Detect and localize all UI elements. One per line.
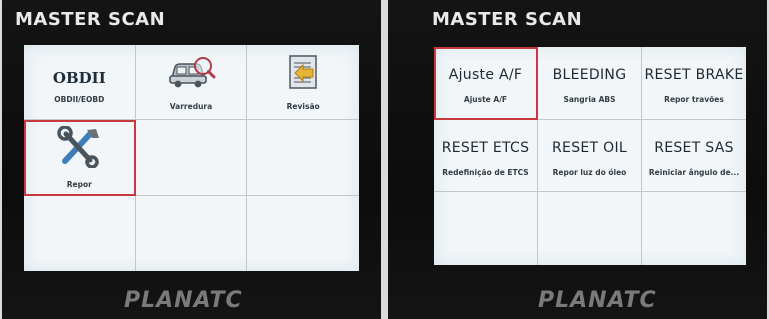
menu-item-reset-brake[interactable]: RESET BRAKE Repor travões [642, 47, 746, 120]
menu-item-label: Repor luz do óleo [552, 167, 627, 177]
brand-logo: PLANATC [124, 288, 243, 313]
empty-cell [247, 196, 359, 271]
menu-item-reset-etcs[interactable]: RESET ETCS Redefinição de ETCS [434, 119, 538, 193]
menu-item-title: Ajuste A/F [448, 67, 523, 84]
menu-item-label: Repor travões [664, 95, 724, 105]
device-title: MASTER SCAN [15, 9, 166, 30]
screen: OBDII OBDII/EOBD Varredura Revisão Repor [24, 45, 359, 271]
empty-cell [434, 192, 538, 265]
menu-grid: OBDII OBDII/EOBD Varredura Revisão Repor [24, 45, 359, 271]
menu-item-label: Repor [66, 179, 92, 189]
menu-item-title: RESET ETCS [441, 139, 530, 156]
menu-item-label: OBDII/EOBD [54, 94, 105, 104]
empty-cell [135, 120, 248, 196]
menu-item-label: Ajuste A/F [463, 95, 508, 105]
empty-cell [538, 192, 642, 265]
screen: Ajuste A/F Ajuste A/F BLEEDING Sangria A… [434, 47, 746, 265]
menu-item-varredura[interactable]: Varredura [135, 45, 248, 121]
device-title: MASTER SCAN [432, 9, 583, 30]
menu-item-title: RESET OIL [552, 139, 627, 156]
menu-item-title: BLEEDING [552, 67, 627, 84]
menu-item-obdii[interactable]: OBDII OBDII/EOBD [24, 45, 136, 121]
device-left: MASTER SCAN OBDII OBDII/EOBD Varredura R… [2, 0, 381, 319]
menu-item-bleeding[interactable]: BLEEDING Sangria ABS [538, 47, 642, 120]
menu-item-label: Reiniciar ângulo de... [648, 167, 740, 177]
empty-cell [247, 120, 359, 196]
brand-logo: PLANATC [538, 288, 657, 313]
menu-item-title: RESET SAS [654, 139, 734, 156]
menu-item-repor[interactable]: Repor [24, 120, 136, 196]
menu-item-ajuste-af[interactable]: Ajuste A/F Ajuste A/F [434, 47, 538, 120]
car-magnifier-icon [169, 56, 216, 88]
menu-item-revisao[interactable]: Revisão [247, 45, 359, 121]
menu-item-label: Redefinição de ETCS [442, 167, 529, 177]
wrench-screwdriver-icon [57, 125, 100, 168]
menu-item-reset-sas[interactable]: RESET SAS Reiniciar ângulo de... [642, 120, 746, 193]
menu-item-label: Varredura [169, 101, 213, 111]
menu-item-label: Revisão [286, 101, 320, 111]
empty-cell [642, 192, 746, 265]
menu-item-title: OBDII [52, 68, 106, 87]
device-right: MASTER SCAN Ajuste A/F Ajuste A/F BLEEDI… [388, 0, 767, 319]
menu-item-title: RESET BRAKE [644, 67, 744, 84]
menu-item-label: Sangria ABS [563, 95, 616, 105]
menu-grid: Ajuste A/F Ajuste A/F BLEEDING Sangria A… [434, 47, 746, 265]
empty-cell [24, 195, 136, 271]
document-arrow-icon [289, 54, 317, 89]
empty-cell [136, 195, 248, 271]
menu-item-reset-oil[interactable]: RESET OIL Repor luz do óleo [538, 119, 642, 193]
